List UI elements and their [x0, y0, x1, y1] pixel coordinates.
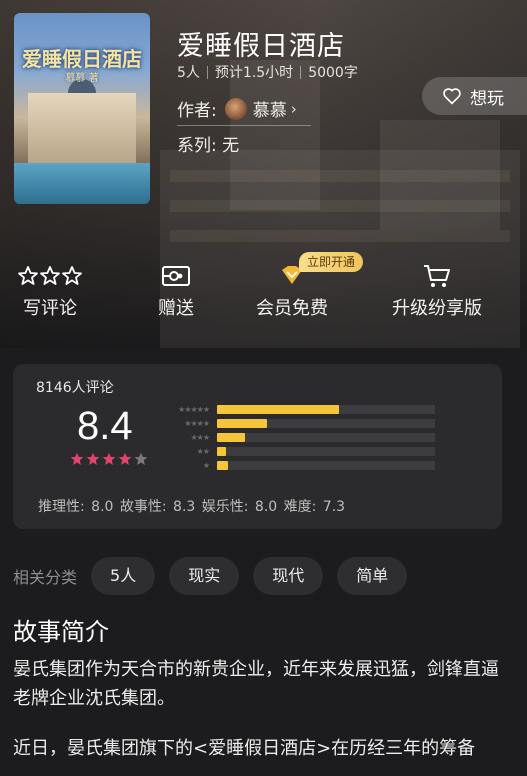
author-link[interactable]: 作者: 慕慕 › — [177, 96, 311, 126]
write-review-button[interactable]: 写评论 — [14, 260, 86, 320]
star-filled-icon — [86, 452, 100, 465]
series-value: 无 — [222, 136, 240, 156]
distribution-row: ★★★★★ — [167, 402, 435, 416]
review-count[interactable]: 8146人评论 — [36, 377, 114, 397]
distribution-row: ★ — [167, 458, 435, 472]
gift-label: 赠送 — [158, 298, 194, 319]
want-to-play-label: 想玩 — [470, 88, 504, 109]
cover-author: 慕慕 著 — [65, 73, 99, 84]
cover-title: 爱睡假日酒店 — [22, 47, 142, 71]
author-label: 作者: — [177, 101, 217, 121]
heart-outline-icon — [443, 88, 461, 105]
intro-paragraph: 近日，晏氏集团旗下的<爱睡假日酒店>在历经三年的筹备 — [13, 738, 476, 759]
action-bar: 写评论 赠送 会员免费 升级纷享版 — [0, 260, 527, 330]
rating-card: 8146人评论 8.4 ★★★★★ ★★★★ ★★★ ★★ ★ 推理性: 8.0 故事性… — [13, 364, 502, 529]
word-count: 5000字 — [308, 65, 358, 81]
category-tags: 相关分类 5人 现实 现代 简单 — [13, 557, 421, 595]
meta-divider — [206, 65, 208, 79]
series-label: 系列: — [177, 136, 217, 156]
gift-button[interactable]: 赠送 — [140, 260, 212, 320]
gift-icon — [140, 260, 212, 292]
cart-icon — [385, 260, 489, 292]
vip-open-badge[interactable]: 立即开通 — [299, 252, 364, 272]
distribution-bar-fill — [217, 446, 226, 456]
tag-players[interactable]: 5人 — [91, 557, 156, 595]
row-star-icons: ★★ — [196, 446, 210, 456]
duration: 预计1.5小时 — [214, 65, 294, 81]
player-count: 5人 — [177, 65, 200, 81]
tag-realistic[interactable]: 现实 — [169, 557, 240, 595]
rating-score: 8.4 — [77, 404, 133, 448]
distribution-bar-track — [217, 404, 435, 414]
rating-dimensions: 推理性: 8.0 故事性: 8.3 娱乐性: 8.0 难度: 7.3 — [38, 499, 346, 515]
row-star-icons: ★★★ — [190, 432, 210, 442]
distribution-bar-track — [217, 418, 435, 428]
cover-pool — [14, 163, 150, 204]
vip-free-label: 会员免费 — [256, 298, 328, 319]
tag-modern[interactable]: 现代 — [253, 557, 324, 595]
chevron-right-icon: › — [290, 99, 297, 118]
distribution-bar-track — [217, 460, 435, 470]
star-filled-icon — [118, 452, 132, 465]
want-to-play-button[interactable]: 想玩 — [422, 77, 527, 115]
star-empty-icon — [134, 452, 148, 465]
intro-heading: 故事简介 — [13, 618, 109, 646]
distribution-row: ★★★ — [167, 430, 435, 444]
meta-divider — [300, 65, 302, 79]
star-filled-icon — [102, 452, 116, 465]
intro-paragraph: 晏氏集团作为天合市的新贵企业，近年来发展迅猛，剑锋直逼老牌企业沈氏集团。 — [13, 659, 499, 709]
upgrade-label: 升级纷享版 — [392, 298, 482, 319]
book-title: 爱睡假日酒店 — [177, 31, 345, 62]
row-star-icons: ★ — [202, 460, 210, 470]
cover-building — [28, 93, 136, 163]
row-star-icons: ★★★★ — [184, 418, 210, 428]
author-name: 慕慕 — [252, 101, 287, 121]
distribution-bar-fill — [217, 404, 339, 414]
three-stars-icon — [14, 260, 86, 292]
series-info: 系列: 无 — [177, 131, 239, 156]
write-review-label: 写评论 — [23, 298, 77, 319]
distribution-row: ★★ — [167, 444, 435, 458]
book-cover[interactable]: 爱睡假日酒店 慕慕 著 — [14, 13, 150, 204]
distribution-bar-track — [217, 432, 435, 442]
tag-simple[interactable]: 简单 — [337, 557, 408, 595]
avatar — [224, 97, 247, 120]
category-label: 相关分类 — [13, 568, 78, 587]
distribution-bar-track — [217, 446, 435, 456]
distribution-bar-fill — [217, 432, 245, 442]
distribution-bar-fill — [217, 418, 267, 428]
score-stars — [70, 452, 148, 466]
star-filled-icon — [70, 452, 84, 465]
book-meta: 5人 预计1.5小时 5000字 — [177, 62, 358, 82]
row-star-icons: ★★★★★ — [178, 404, 210, 414]
rating-distribution: ★★★★★ ★★★★ ★★★ ★★ ★ — [167, 402, 435, 472]
distribution-bar-fill — [217, 460, 228, 470]
upgrade-button[interactable]: 升级纷享版 — [385, 260, 489, 320]
distribution-row: ★★★★ — [167, 416, 435, 430]
